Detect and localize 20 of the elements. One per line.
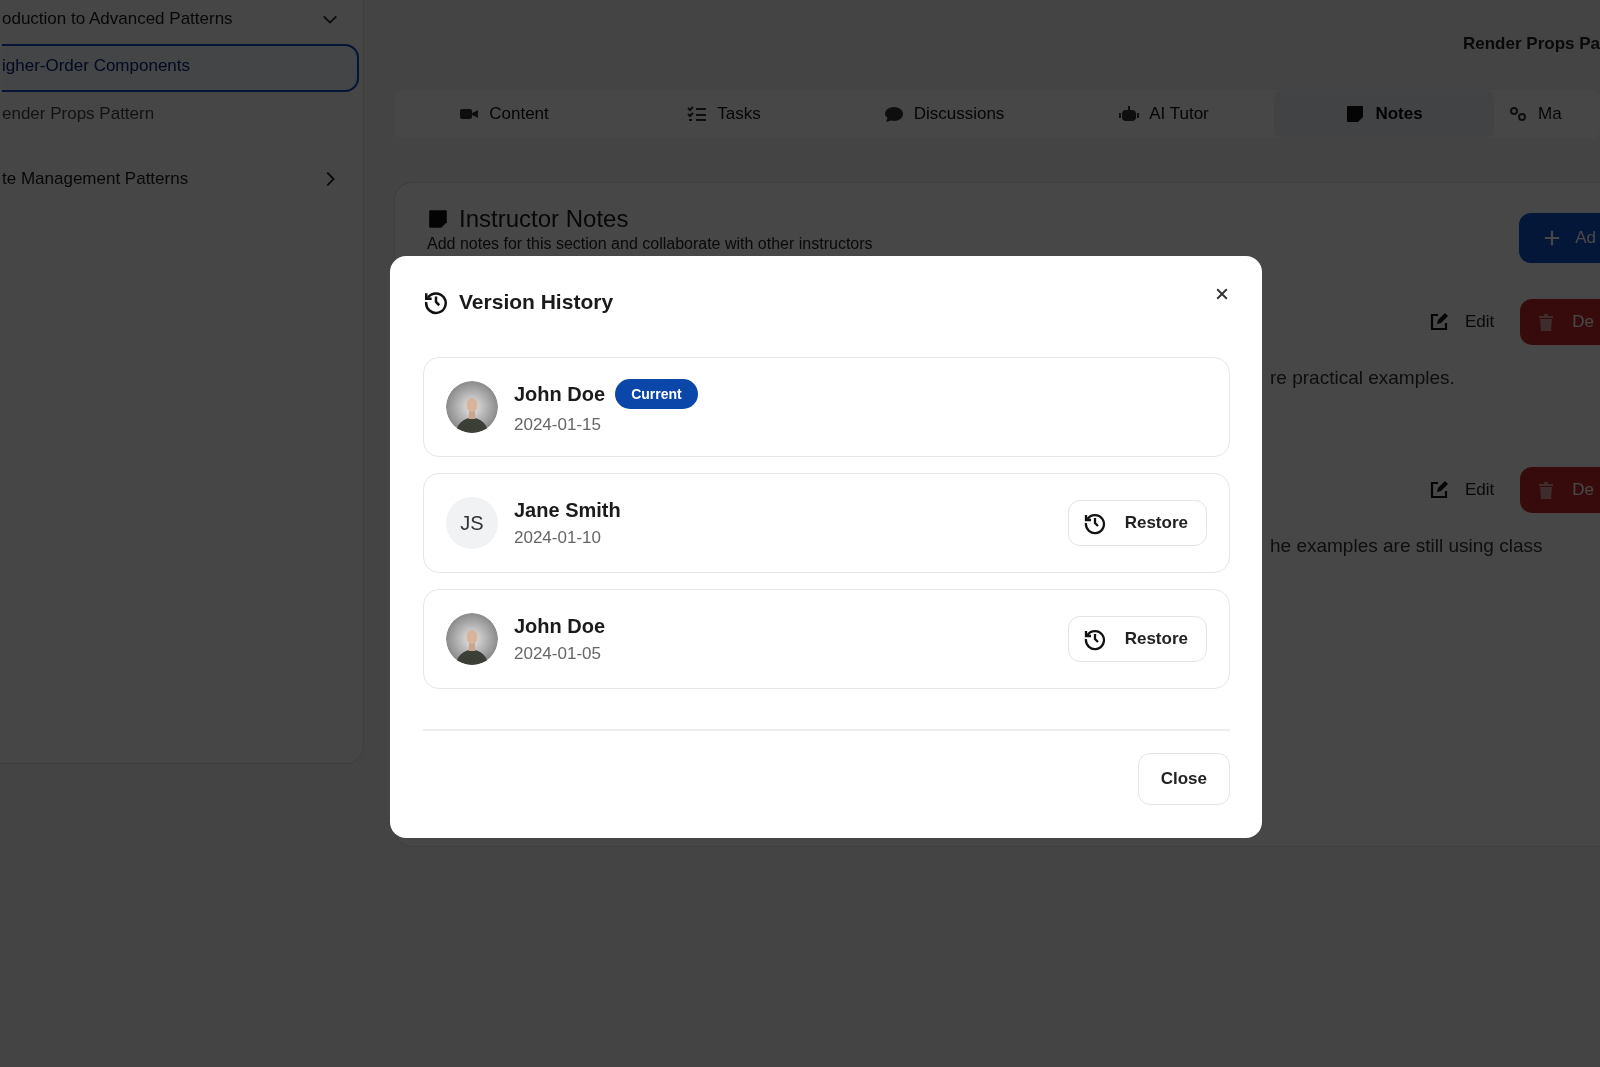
avatar-initials: JS	[446, 497, 498, 549]
history-icon	[1082, 627, 1107, 651]
history-icon	[1082, 511, 1107, 535]
version-date: 2024-01-15	[514, 415, 602, 435]
dialog-title: Version History	[459, 290, 614, 314]
close-button[interactable]: Close	[1137, 753, 1230, 805]
note-text: re practical examples.	[1270, 367, 1456, 389]
panel-subtitle: Add notes for this section and collaborate with other instructors	[427, 235, 873, 253]
restore-button[interactable]: Restore	[1067, 616, 1207, 662]
author-name: Jane Smith	[514, 498, 621, 522]
version-date: 2024-01-10	[514, 527, 602, 548]
author-name: John Doe	[514, 382, 606, 406]
current-badge: Current	[615, 379, 698, 409]
restore-button[interactable]: Restore	[1067, 500, 1207, 546]
note-text: he examples are still using class	[1270, 535, 1544, 557]
author-name: John Doe	[514, 614, 606, 638]
version-date: 2024-01-05	[514, 643, 602, 664]
panel-title: Instructor Notes	[459, 205, 629, 233]
breadcrumb-text: Render Props Pa	[1463, 34, 1600, 54]
history-icon	[423, 289, 449, 315]
